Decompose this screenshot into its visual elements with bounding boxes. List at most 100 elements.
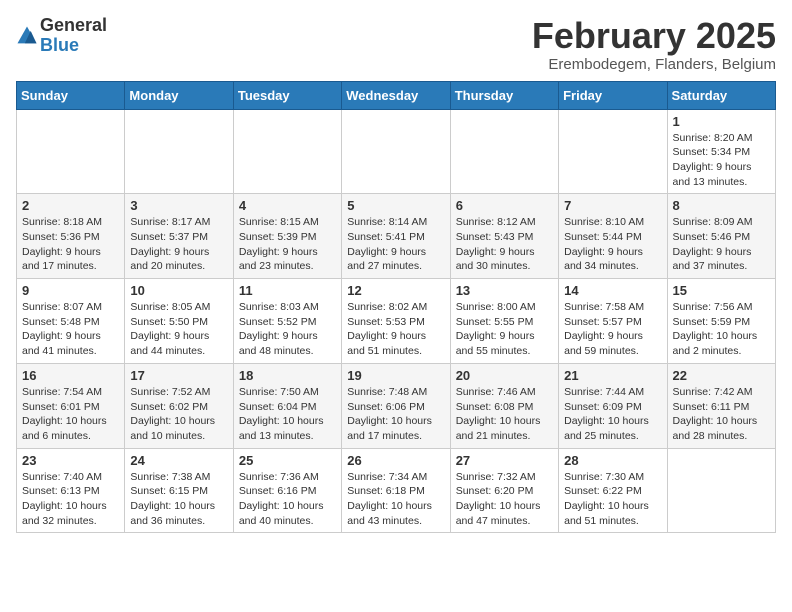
- calendar-cell: 3 Sunrise: 8:17 AMSunset: 5:37 PMDaylight…: [125, 194, 233, 279]
- day-info: Sunrise: 8:03 AMSunset: 5:52 PMDaylight:…: [239, 300, 336, 359]
- calendar-week-row: 16 Sunrise: 7:54 AMSunset: 6:01 PMDayligh…: [17, 363, 776, 448]
- day-info: Sunrise: 8:00 AMSunset: 5:55 PMDaylight:…: [456, 300, 553, 359]
- calendar-cell: 13 Sunrise: 8:00 AMSunset: 5:55 PMDayligh…: [450, 279, 558, 364]
- location-title: Erembodegem, Flanders, Belgium: [532, 56, 776, 73]
- calendar-header-wednesday: Wednesday: [342, 81, 450, 109]
- day-info: Sunrise: 8:05 AMSunset: 5:50 PMDaylight:…: [130, 300, 227, 359]
- day-number: 15: [673, 283, 770, 298]
- logo: General Blue: [16, 16, 107, 56]
- calendar-cell: 25 Sunrise: 7:36 AMSunset: 6:16 PMDayligh…: [233, 448, 341, 533]
- day-number: 7: [564, 198, 661, 213]
- day-info: Sunrise: 8:18 AMSunset: 5:36 PMDaylight:…: [22, 215, 119, 274]
- calendar-cell: 5 Sunrise: 8:14 AMSunset: 5:41 PMDaylight…: [342, 194, 450, 279]
- calendar-cell: 19 Sunrise: 7:48 AMSunset: 6:06 PMDayligh…: [342, 363, 450, 448]
- calendar-header-saturday: Saturday: [667, 81, 775, 109]
- day-number: 21: [564, 368, 661, 383]
- day-info: Sunrise: 7:46 AMSunset: 6:08 PMDaylight:…: [456, 385, 553, 444]
- calendar-header-friday: Friday: [559, 81, 667, 109]
- day-number: 25: [239, 453, 336, 468]
- day-info: Sunrise: 7:58 AMSunset: 5:57 PMDaylight:…: [564, 300, 661, 359]
- calendar-cell: 11Sunrise: 8:03 AMSunset: 5:52 PMDayligh…: [233, 279, 341, 364]
- day-number: 14: [564, 283, 661, 298]
- day-info: Sunrise: 7:36 AMSunset: 6:16 PMDaylight:…: [239, 470, 336, 529]
- calendar-week-row: 23 Sunrise: 7:40 AMSunset: 6:13 PMDayligh…: [17, 448, 776, 533]
- day-number: 3: [130, 198, 227, 213]
- title-area: February 2025 Erembodegem, Flanders, Bel…: [532, 16, 776, 73]
- day-info: Sunrise: 7:34 AMSunset: 6:18 PMDaylight:…: [347, 470, 444, 529]
- day-info: Sunrise: 8:09 AMSunset: 5:46 PMDaylight:…: [673, 215, 770, 274]
- calendar-cell: [667, 448, 775, 533]
- calendar-cell: 16 Sunrise: 7:54 AMSunset: 6:01 PMDayligh…: [17, 363, 125, 448]
- header: General Blue February 2025 Erembodegem, …: [16, 16, 776, 73]
- day-number: 1: [673, 114, 770, 129]
- calendar-header-tuesday: Tuesday: [233, 81, 341, 109]
- day-info: Sunrise: 7:56 AMSunset: 5:59 PMDaylight:…: [673, 300, 770, 359]
- day-info: Sunrise: 8:10 AMSunset: 5:44 PMDaylight:…: [564, 215, 661, 274]
- calendar-cell: [559, 109, 667, 194]
- calendar-header-sunday: Sunday: [17, 81, 125, 109]
- calendar-cell: 23 Sunrise: 7:40 AMSunset: 6:13 PMDayligh…: [17, 448, 125, 533]
- day-number: 18: [239, 368, 336, 383]
- calendar-week-row: 9Sunrise: 8:07 AMSunset: 5:48 PMDaylight…: [17, 279, 776, 364]
- calendar-cell: 18Sunrise: 7:50 AMSunset: 6:04 PMDayligh…: [233, 363, 341, 448]
- day-number: 23: [22, 453, 119, 468]
- day-number: 12: [347, 283, 444, 298]
- day-number: 27: [456, 453, 553, 468]
- day-number: 19: [347, 368, 444, 383]
- calendar-header-row: SundayMondayTuesdayWednesdayThursdayFrid…: [17, 81, 776, 109]
- day-number: 26: [347, 453, 444, 468]
- day-number: 13: [456, 283, 553, 298]
- calendar-cell: 1 Sunrise: 8:20 AMSunset: 5:34 PMDaylight…: [667, 109, 775, 194]
- day-info: Sunrise: 8:15 AMSunset: 5:39 PMDaylight:…: [239, 215, 336, 274]
- day-info: Sunrise: 7:44 AMSunset: 6:09 PMDaylight:…: [564, 385, 661, 444]
- calendar-cell: [125, 109, 233, 194]
- day-info: Sunrise: 7:40 AMSunset: 6:13 PMDaylight:…: [22, 470, 119, 529]
- calendar-cell: [233, 109, 341, 194]
- calendar-header-monday: Monday: [125, 81, 233, 109]
- calendar-cell: 4 Sunrise: 8:15 AMSunset: 5:39 PMDaylight…: [233, 194, 341, 279]
- calendar-week-row: 1 Sunrise: 8:20 AMSunset: 5:34 PMDaylight…: [17, 109, 776, 194]
- calendar: SundayMondayTuesdayWednesdayThursdayFrid…: [16, 81, 776, 534]
- day-number: 5: [347, 198, 444, 213]
- calendar-cell: [450, 109, 558, 194]
- logo-blue-text: Blue: [40, 35, 79, 55]
- calendar-cell: 24Sunrise: 7:38 AMSunset: 6:15 PMDayligh…: [125, 448, 233, 533]
- day-info: Sunrise: 7:54 AMSunset: 6:01 PMDaylight:…: [22, 385, 119, 444]
- day-number: 22: [673, 368, 770, 383]
- calendar-cell: 17 Sunrise: 7:52 AMSunset: 6:02 PMDayligh…: [125, 363, 233, 448]
- day-info: Sunrise: 8:17 AMSunset: 5:37 PMDaylight:…: [130, 215, 227, 274]
- day-number: 16: [22, 368, 119, 383]
- calendar-cell: 22Sunrise: 7:42 AMSunset: 6:11 PMDayligh…: [667, 363, 775, 448]
- day-info: Sunrise: 8:12 AMSunset: 5:43 PMDaylight:…: [456, 215, 553, 274]
- day-number: 20: [456, 368, 553, 383]
- calendar-cell: 15 Sunrise: 7:56 AMSunset: 5:59 PMDayligh…: [667, 279, 775, 364]
- calendar-cell: 14 Sunrise: 7:58 AMSunset: 5:57 PMDayligh…: [559, 279, 667, 364]
- day-number: 28: [564, 453, 661, 468]
- calendar-cell: 7 Sunrise: 8:10 AMSunset: 5:44 PMDaylight…: [559, 194, 667, 279]
- calendar-cell: 21 Sunrise: 7:44 AMSunset: 6:09 PMDayligh…: [559, 363, 667, 448]
- calendar-cell: 20 Sunrise: 7:46 AMSunset: 6:08 PMDayligh…: [450, 363, 558, 448]
- calendar-cell: 9Sunrise: 8:07 AMSunset: 5:48 PMDaylight…: [17, 279, 125, 364]
- day-info: Sunrise: 7:32 AMSunset: 6:20 PMDaylight:…: [456, 470, 553, 529]
- logo-general-text: General: [40, 15, 107, 35]
- calendar-header-thursday: Thursday: [450, 81, 558, 109]
- calendar-cell: 26 Sunrise: 7:34 AMSunset: 6:18 PMDayligh…: [342, 448, 450, 533]
- calendar-cell: 27 Sunrise: 7:32 AMSunset: 6:20 PMDayligh…: [450, 448, 558, 533]
- day-info: Sunrise: 8:14 AMSunset: 5:41 PMDaylight:…: [347, 215, 444, 274]
- day-number: 8: [673, 198, 770, 213]
- day-info: Sunrise: 7:52 AMSunset: 6:02 PMDaylight:…: [130, 385, 227, 444]
- day-info: Sunrise: 7:30 AMSunset: 6:22 PMDaylight:…: [564, 470, 661, 529]
- day-number: 4: [239, 198, 336, 213]
- calendar-cell: 8 Sunrise: 8:09 AMSunset: 5:46 PMDaylight…: [667, 194, 775, 279]
- day-info: Sunrise: 7:48 AMSunset: 6:06 PMDaylight:…: [347, 385, 444, 444]
- calendar-cell: [342, 109, 450, 194]
- calendar-week-row: 2Sunrise: 8:18 AMSunset: 5:36 PMDaylight…: [17, 194, 776, 279]
- calendar-cell: 28 Sunrise: 7:30 AMSunset: 6:22 PMDayligh…: [559, 448, 667, 533]
- day-number: 10: [130, 283, 227, 298]
- day-number: 17: [130, 368, 227, 383]
- day-info: Sunrise: 8:07 AMSunset: 5:48 PMDaylight:…: [22, 300, 119, 359]
- logo-icon: [16, 25, 38, 47]
- day-info: Sunrise: 8:02 AMSunset: 5:53 PMDaylight:…: [347, 300, 444, 359]
- calendar-cell: 10 Sunrise: 8:05 AMSunset: 5:50 PMDayligh…: [125, 279, 233, 364]
- day-info: Sunrise: 8:20 AMSunset: 5:34 PMDaylight:…: [673, 131, 770, 190]
